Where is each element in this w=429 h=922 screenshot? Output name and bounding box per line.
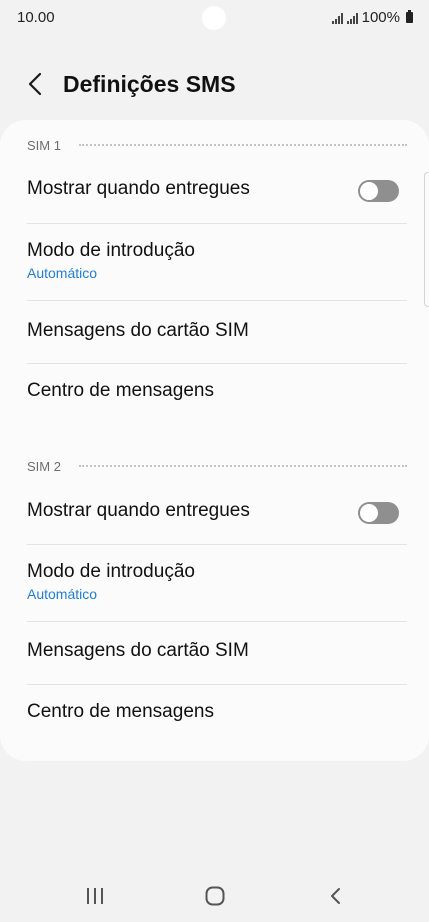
section-label: SIM 1 bbox=[27, 137, 61, 153]
recent-apps-icon[interactable] bbox=[79, 880, 111, 912]
row-title: Mensagens do cartão SIM bbox=[27, 320, 249, 341]
battery-percent: 100% bbox=[361, 9, 400, 26]
home-icon[interactable] bbox=[199, 880, 231, 912]
row-value: Automático bbox=[27, 265, 98, 281]
signal-icon bbox=[346, 12, 358, 24]
toggle-knob bbox=[360, 504, 378, 522]
show-delivered-row-sim2[interactable]: Mostrar quando entregues bbox=[27, 500, 399, 524]
row-title: Modo de introdução bbox=[27, 240, 195, 261]
row-title: Centro de mensagens bbox=[27, 380, 214, 401]
section-label: SIM 2 bbox=[27, 458, 61, 474]
divider bbox=[27, 544, 407, 545]
scrollbar[interactable] bbox=[424, 172, 429, 307]
back-arrow-icon[interactable] bbox=[20, 68, 52, 100]
show-delivered-toggle[interactable] bbox=[358, 502, 399, 524]
show-delivered-row-sim1[interactable]: Mostrar quando entregues bbox=[27, 178, 399, 202]
section-divider bbox=[78, 465, 407, 467]
message-center-row-sim2[interactable]: Centro de mensagens bbox=[27, 701, 399, 723]
status-bar: 10.00 100% bbox=[0, 0, 429, 36]
page-title: Definições SMS bbox=[63, 71, 236, 97]
input-mode-row-sim2[interactable]: Modo de introdução Automático bbox=[27, 561, 399, 602]
section-header-sim2: SIM 2 bbox=[27, 456, 407, 476]
sim-messages-row-sim2[interactable]: Mensagens do cartão SIM bbox=[27, 640, 399, 662]
divider bbox=[27, 363, 407, 364]
divider bbox=[27, 621, 407, 622]
row-title: Centro de mensagens bbox=[27, 701, 214, 722]
divider bbox=[27, 684, 407, 685]
row-title: Mostrar quando entregues bbox=[27, 500, 250, 521]
message-center-row-sim1[interactable]: Centro de mensagens bbox=[27, 380, 399, 402]
status-time: 10.00 bbox=[17, 9, 55, 26]
row-value: Automático bbox=[27, 586, 98, 602]
section-divider bbox=[78, 144, 407, 146]
back-icon[interactable] bbox=[320, 880, 352, 912]
settings-card: SIM 1 Mostrar quando entregues Modo de i… bbox=[0, 120, 429, 761]
row-title: Mostrar quando entregues bbox=[27, 178, 250, 199]
divider bbox=[27, 300, 407, 301]
signal-icon bbox=[331, 12, 343, 24]
divider bbox=[27, 223, 407, 224]
section-header-sim1: SIM 1 bbox=[27, 135, 407, 155]
toggle-knob bbox=[360, 182, 378, 200]
app-header: Definições SMS bbox=[0, 60, 429, 110]
battery-icon bbox=[406, 10, 413, 23]
row-title: Mensagens do cartão SIM bbox=[27, 640, 249, 661]
row-title: Modo de introdução bbox=[27, 561, 195, 582]
input-mode-row-sim1[interactable]: Modo de introdução Automático bbox=[27, 240, 399, 281]
show-delivered-toggle[interactable] bbox=[358, 180, 399, 202]
status-icons: 100% bbox=[331, 9, 413, 26]
sim-messages-row-sim1[interactable]: Mensagens do cartão SIM bbox=[27, 320, 399, 342]
navigation-bar bbox=[0, 866, 429, 922]
camera-cutout bbox=[202, 6, 226, 30]
